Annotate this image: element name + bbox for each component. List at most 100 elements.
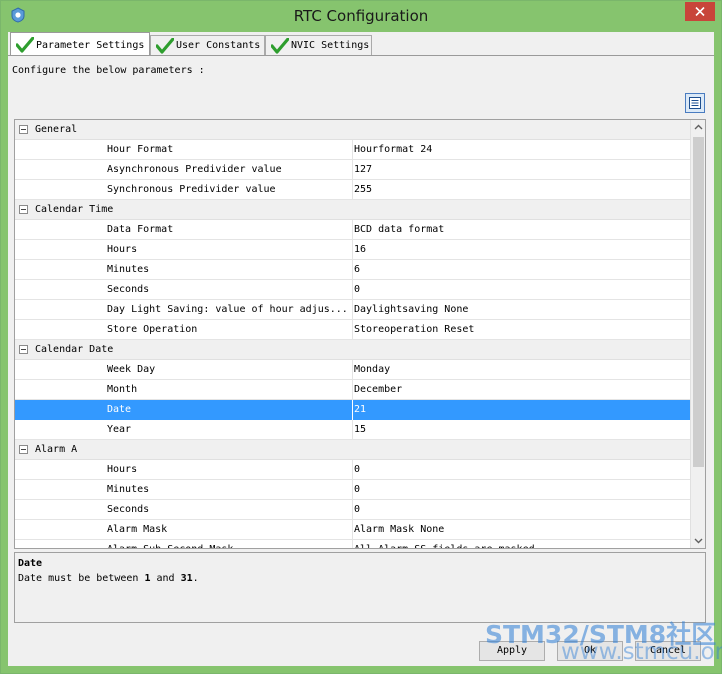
parameter-value[interactable]: December — [354, 384, 402, 395]
parameter-row[interactable]: Date 21 — [15, 400, 690, 420]
parameter-row[interactable]: Hours 0 — [15, 460, 690, 480]
parameter-value[interactable]: All Alarm SS fields are masked. — [354, 544, 541, 548]
parameter-name: Year — [107, 424, 132, 435]
tab-label: Parameter Settings — [36, 40, 145, 51]
column-divider — [352, 380, 353, 400]
title-bar[interactable]: RTC Configuration — [1, 1, 721, 32]
parameter-name: Minutes — [107, 484, 150, 495]
parameter-row[interactable]: Alarm Mask Alarm Mask None — [15, 520, 690, 540]
parameter-row[interactable]: Seconds 0 — [15, 280, 690, 300]
vertical-scrollbar[interactable] — [690, 120, 705, 548]
column-divider — [352, 300, 353, 320]
description-text: Date must be between 1 and 31. — [18, 573, 199, 584]
parameter-name: Store Operation — [107, 324, 198, 335]
parameter-value[interactable]: Storeoperation Reset — [354, 324, 474, 335]
tab-user-constants[interactable]: User Constants — [150, 35, 265, 55]
description-suffix: . — [192, 573, 199, 584]
parameter-row[interactable]: Store Operation Storeoperation Reset — [15, 320, 690, 340]
watermark-url: www.stmcu.org — [561, 639, 722, 665]
rtc-configuration-window: RTC Configuration Parameter Settings Use… — [0, 0, 722, 674]
parameter-value[interactable]: 255 — [354, 184, 372, 195]
parameter-value[interactable]: 0 — [354, 464, 360, 475]
tab-label: User Constants — [176, 40, 261, 51]
collapse-icon[interactable] — [19, 445, 28, 454]
parameter-value[interactable]: 21 — [354, 404, 366, 415]
parameter-row[interactable]: Minutes 6 — [15, 260, 690, 280]
parameter-name: Day Light Saving: value of hour adjus... — [107, 304, 347, 315]
parameter-row[interactable]: Day Light Saving: value of hour adjus...… — [15, 300, 690, 320]
parameter-value[interactable]: BCD data format — [354, 224, 444, 235]
column-divider — [352, 520, 353, 540]
group-row[interactable]: Calendar Time — [15, 200, 690, 220]
column-divider — [352, 540, 353, 548]
parameter-row[interactable]: Seconds 0 — [15, 500, 690, 520]
column-divider — [352, 260, 353, 280]
instruction-text: Configure the below parameters : — [12, 65, 205, 76]
tab-label: NVIC Settings — [291, 40, 370, 51]
parameter-row[interactable]: Synchronous Predivider value 255 — [15, 180, 690, 200]
column-divider — [352, 420, 353, 440]
list-view-icon — [689, 97, 701, 109]
check-icon — [16, 37, 34, 53]
group-row[interactable]: Calendar Date — [15, 340, 690, 360]
group-name: Alarm A — [35, 444, 78, 455]
tab-nvic-settings[interactable]: NVIC Settings — [265, 35, 372, 55]
group-row[interactable]: Alarm A — [15, 440, 690, 460]
parameter-name: Asynchronous Predivider value — [107, 164, 282, 175]
tab-parameter-settings[interactable]: Parameter Settings — [10, 32, 150, 56]
parameter-row[interactable]: Hour Format Hourformat 24 — [15, 140, 690, 160]
parameter-value[interactable]: 6 — [354, 264, 360, 275]
check-icon — [271, 38, 289, 54]
parameter-value[interactable]: 0 — [354, 504, 360, 515]
close-button[interactable] — [685, 2, 715, 21]
column-divider — [352, 460, 353, 480]
column-divider — [352, 360, 353, 380]
scrollbar-thumb[interactable] — [693, 137, 704, 467]
column-divider — [352, 180, 353, 200]
scroll-down-icon[interactable] — [694, 538, 703, 544]
parameter-value[interactable]: 0 — [354, 484, 360, 495]
parameter-settings-panel: Configure the below parameters : General… — [8, 55, 714, 626]
parameter-value[interactable]: Daylightsaving None — [354, 304, 468, 315]
parameter-row[interactable]: Week Day Monday — [15, 360, 690, 380]
dialog-client-area: Parameter Settings User Constants NVIC S… — [8, 32, 714, 666]
parameter-name: Alarm Mask — [107, 524, 168, 535]
parameter-name: Hours — [107, 464, 138, 475]
column-divider — [352, 240, 353, 260]
parameter-name: Hour Format — [107, 144, 174, 155]
toggle-view-button[interactable] — [685, 93, 705, 113]
group-row[interactable]: General — [15, 120, 690, 140]
parameter-value[interactable]: Alarm Mask None — [354, 524, 444, 535]
parameter-name: Minutes — [107, 264, 150, 275]
parameter-row[interactable]: Month December — [15, 380, 690, 400]
parameter-name: Month — [107, 384, 138, 395]
parameter-value[interactable]: 16 — [354, 244, 366, 255]
group-name: Calendar Date — [35, 344, 114, 355]
parameter-grid: General Hour Format Hourformat 24 Asynchron… — [14, 119, 706, 549]
parameter-row[interactable]: Year 15 — [15, 420, 690, 440]
parameter-row[interactable]: Asynchronous Predivider value 127 — [15, 160, 690, 180]
parameter-name: Hours — [107, 244, 138, 255]
collapse-icon[interactable] — [19, 345, 28, 354]
column-divider — [352, 480, 353, 500]
scroll-up-icon[interactable] — [694, 124, 703, 130]
parameter-value[interactable]: Hourformat 24 — [354, 144, 432, 155]
parameter-row[interactable]: Minutes 0 — [15, 480, 690, 500]
check-icon — [156, 38, 174, 54]
close-icon — [695, 7, 705, 16]
column-divider — [352, 400, 353, 420]
collapse-icon[interactable] — [19, 125, 28, 134]
parameter-value[interactable]: Monday — [354, 364, 390, 375]
parameter-row[interactable]: Alarm Sub Second Mask All Alarm SS fields… — [15, 540, 690, 548]
parameter-name: Alarm Sub Second Mask — [107, 544, 347, 548]
parameter-name: Date — [107, 404, 132, 415]
tab-bar: Parameter Settings User Constants NVIC S… — [8, 32, 714, 56]
parameter-rows: General Hour Format Hourformat 24 Asynchron… — [15, 120, 690, 548]
parameter-value[interactable]: 0 — [354, 284, 360, 295]
parameter-value[interactable]: 127 — [354, 164, 372, 175]
parameter-row[interactable]: Data Format BCD data format — [15, 220, 690, 240]
parameter-row[interactable]: Hours 16 — [15, 240, 690, 260]
group-name: Calendar Time — [35, 204, 114, 215]
collapse-icon[interactable] — [19, 205, 28, 214]
parameter-value[interactable]: 15 — [354, 424, 366, 435]
